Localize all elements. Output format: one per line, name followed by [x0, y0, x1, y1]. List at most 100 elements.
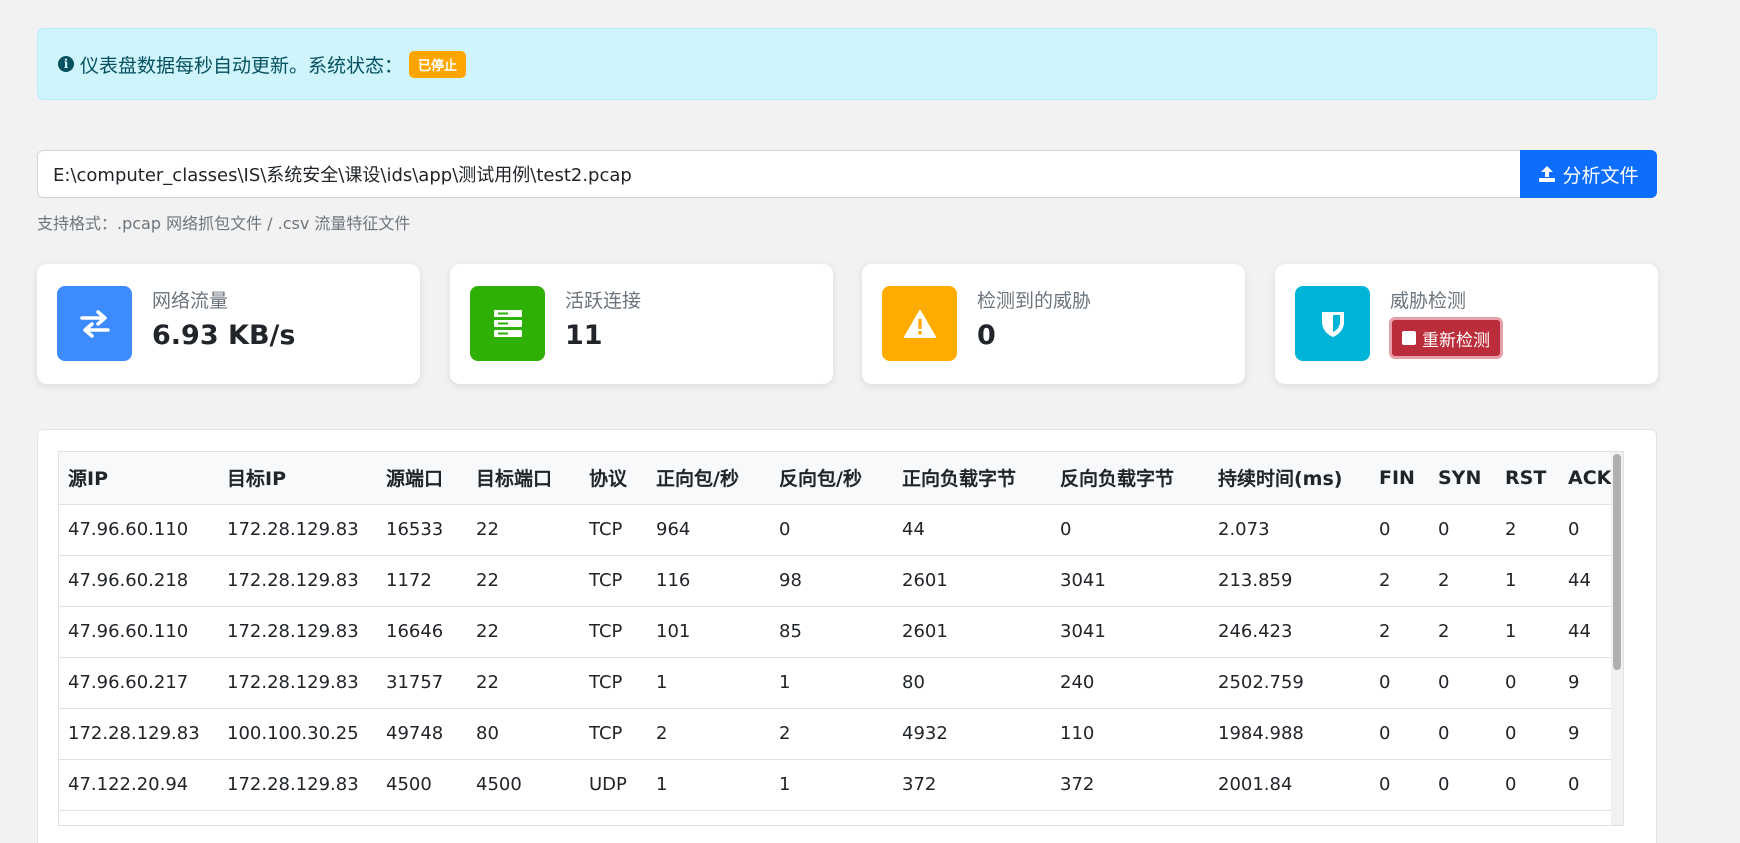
- table-cell: 0: [1496, 759, 1559, 811]
- table-cell: 1: [1496, 606, 1559, 658]
- scrollbar-thumb[interactable]: [1613, 454, 1621, 670]
- table-cell: 964: [647, 504, 770, 556]
- table-cell: [1051, 810, 1209, 825]
- table-cell: 372: [1051, 759, 1209, 811]
- table-row[interactable]: [59, 810, 1623, 825]
- table-cell: UDP: [580, 759, 647, 811]
- table-cell: 0: [1370, 504, 1429, 556]
- threat-detection-label: 威胁检测: [1390, 290, 1467, 312]
- col-header[interactable]: 源端口: [377, 452, 467, 505]
- table-cell: 1: [1496, 555, 1559, 607]
- table-cell: 3041: [1051, 555, 1209, 607]
- table-cell: [1496, 810, 1559, 825]
- upload-icon: [1539, 166, 1556, 182]
- table-cell: 31757: [377, 657, 467, 709]
- table-row[interactable]: 47.96.60.218 172.28.129.83 1172 22 TCP 116 98 2…: [59, 555, 1623, 607]
- table-cell: TCP: [580, 555, 647, 607]
- col-header[interactable]: RST: [1496, 452, 1559, 505]
- table-cell: 101: [647, 606, 770, 658]
- analyze-file-label: 分析文件: [1562, 164, 1639, 187]
- table-cell: [377, 810, 467, 825]
- table-cell: 0: [1429, 657, 1496, 709]
- table-cell: 85: [770, 606, 893, 658]
- status-badge: 已停止: [409, 50, 467, 78]
- col-header[interactable]: 协议: [580, 452, 647, 505]
- col-header[interactable]: 持续时间(ms): [1209, 452, 1370, 505]
- stop-icon: [1402, 331, 1416, 345]
- col-header[interactable]: SYN: [1429, 452, 1496, 505]
- table-cell: 172.28.129.83: [59, 708, 218, 760]
- table-cell: TCP: [580, 708, 647, 760]
- table-cell: 116: [647, 555, 770, 607]
- file-path-input[interactable]: [37, 150, 1520, 198]
- flow-table-scroll[interactable]: 源IP 目标IP 源端口 目标端口 协议 正向包/秒 反向包/秒 正向负载字节 …: [58, 451, 1624, 826]
- table-cell: [580, 810, 647, 825]
- table-cell: 2: [1496, 504, 1559, 556]
- table-cell: [467, 810, 580, 825]
- col-header[interactable]: 目标端口: [467, 452, 580, 505]
- table-cell: 2: [1429, 555, 1496, 607]
- table-cell: 47.122.20.94: [59, 759, 218, 811]
- table-cell: 172.28.129.83: [218, 657, 377, 709]
- table-row[interactable]: 172.28.129.83 100.100.30.25 49748 80 TCP 2 2 49…: [59, 708, 1623, 760]
- table-cell: [893, 810, 1051, 825]
- table-cell: 98: [770, 555, 893, 607]
- flow-table: 源IP 目标IP 源端口 目标端口 协议 正向包/秒 反向包/秒 正向负载字节 …: [59, 452, 1623, 825]
- table-cell: 22: [467, 657, 580, 709]
- table-row[interactable]: 47.96.60.110 172.28.129.83 16646 22 TCP 101 85…: [59, 606, 1623, 658]
- table-cell: [59, 810, 218, 825]
- table-cell: 2601: [893, 606, 1051, 658]
- table-cell: 47.96.60.217: [59, 657, 218, 709]
- col-header[interactable]: 目标IP: [218, 452, 377, 505]
- server-icon: [470, 286, 545, 361]
- table-cell: [1209, 810, 1370, 825]
- table-row[interactable]: 47.96.60.110 172.28.129.83 16533 22 TCP 964 0 4…: [59, 504, 1623, 556]
- table-header-row: 源IP 目标IP 源端口 目标端口 协议 正向包/秒 反向包/秒 正向负载字节 …: [59, 452, 1623, 505]
- table-cell: 3041: [1051, 606, 1209, 658]
- col-header[interactable]: 正向包/秒: [647, 452, 770, 505]
- traffic-label: 网络流量: [152, 290, 229, 312]
- table-cell: 372: [893, 759, 1051, 811]
- traffic-card: 网络流量 6.93 KB/s: [37, 264, 420, 384]
- table-row[interactable]: 47.96.60.217 172.28.129.83 31757 22 TCP 1 1 80 2…: [59, 657, 1623, 709]
- recheck-label: 重新检测: [1422, 330, 1490, 351]
- table-cell: 22: [467, 606, 580, 658]
- table-cell: 2502.759: [1209, 657, 1370, 709]
- table-cell: 16533: [377, 504, 467, 556]
- table-cell: 22: [467, 555, 580, 607]
- table-cell: 0: [1429, 504, 1496, 556]
- table-cell: 1: [647, 759, 770, 811]
- shield-icon: [1295, 286, 1370, 361]
- threats-label: 检测到的威胁: [977, 290, 1092, 312]
- table-cell: 4932: [893, 708, 1051, 760]
- table-cell: 4500: [467, 759, 580, 811]
- table-cell: 2001.84: [1209, 759, 1370, 811]
- col-header[interactable]: FIN: [1370, 452, 1429, 505]
- table-cell: 2: [1370, 555, 1429, 607]
- table-scrollbar[interactable]: [1611, 452, 1623, 825]
- table-cell: 47.96.60.218: [59, 555, 218, 607]
- table-cell: [1429, 810, 1496, 825]
- table-cell: 2: [1370, 606, 1429, 658]
- col-header[interactable]: 反向负载字节: [1051, 452, 1209, 505]
- table-row[interactable]: 47.122.20.94 172.28.129.83 4500 4500 UDP 1 1 37…: [59, 759, 1623, 811]
- col-header[interactable]: 正向负载字节: [893, 452, 1051, 505]
- table-cell: 0: [1496, 708, 1559, 760]
- table-cell: [647, 810, 770, 825]
- supported-formats-hint: 支持格式：.pcap 网络抓包文件 / .csv 流量特征文件: [37, 214, 411, 233]
- col-header[interactable]: 源IP: [59, 452, 218, 505]
- table-cell: 2: [647, 708, 770, 760]
- traffic-value: 6.93 KB/s: [152, 320, 296, 351]
- analyze-file-button[interactable]: 分析文件: [1520, 150, 1657, 198]
- table-cell: 80: [467, 708, 580, 760]
- table-cell: 172.28.129.83: [218, 555, 377, 607]
- table-cell: 2.073: [1209, 504, 1370, 556]
- table-cell: TCP: [580, 504, 647, 556]
- recheck-button[interactable]: 重新检测: [1389, 317, 1503, 359]
- table-cell: 1: [647, 657, 770, 709]
- table-cell: 0: [770, 504, 893, 556]
- connections-label: 活跃连接: [565, 290, 642, 312]
- col-header[interactable]: 反向包/秒: [770, 452, 893, 505]
- file-analyze-group: 分析文件: [37, 150, 1657, 198]
- status-alert: i 仪表盘数据每秒自动更新。系统状态： 已停止: [37, 28, 1657, 100]
